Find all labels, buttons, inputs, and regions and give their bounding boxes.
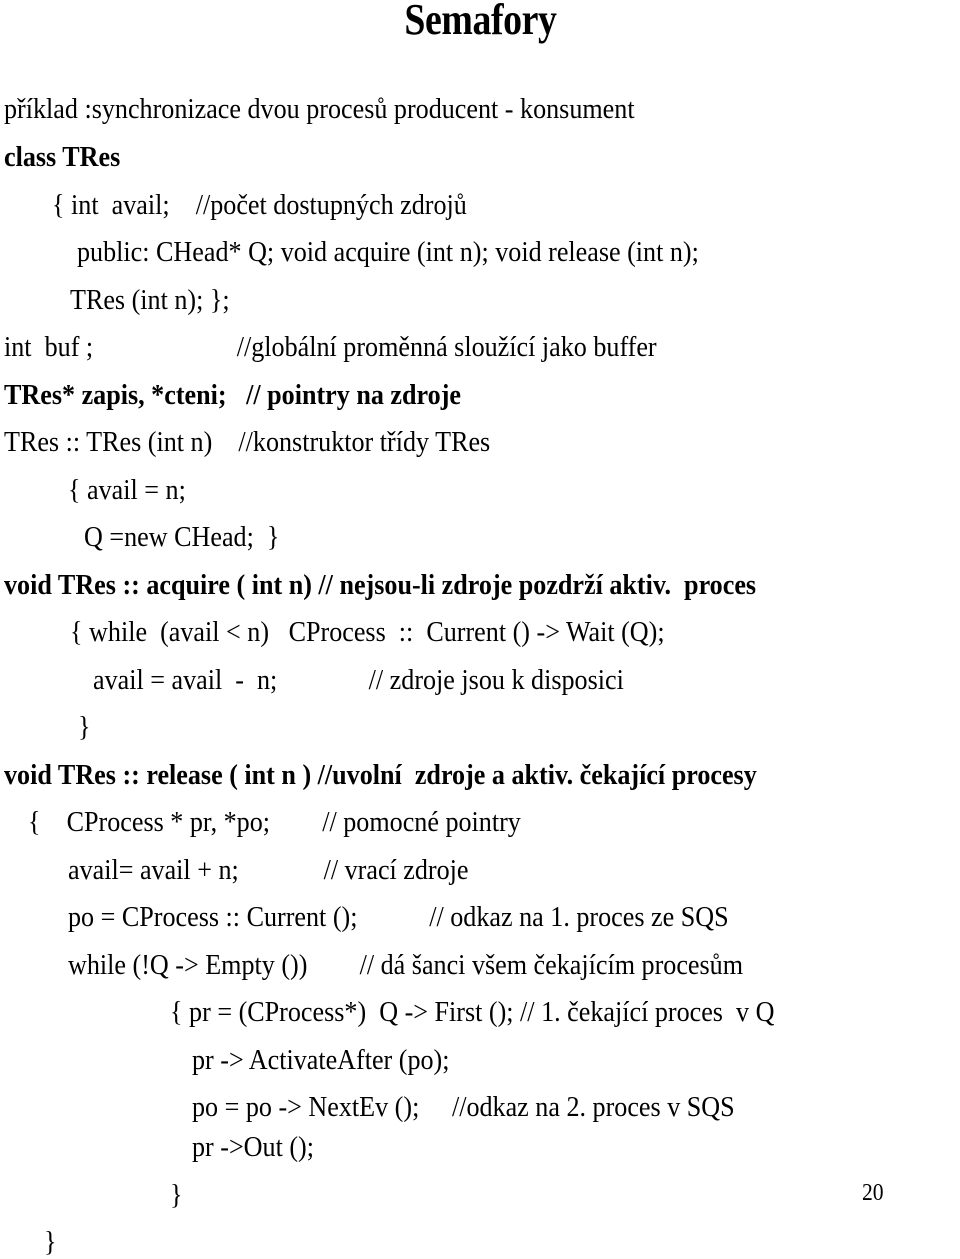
- code-line-pointers-decl: { CProcess * pr, *po; // pomocné pointry: [28, 806, 521, 838]
- code-line-next-ev: po = po -> NextEv (); //odkaz na 2. proc…: [192, 1091, 735, 1123]
- code-line-po-current: po = CProcess :: Current (); // odkaz na…: [68, 901, 729, 933]
- code-line-ctor-decl: TRes (int n); };: [70, 284, 230, 316]
- code-line-buf: int buf ; //globální proměnná sloužící j…: [4, 331, 657, 363]
- slide-title: Semafory: [0, 0, 960, 45]
- code-line-avail-assign: { avail = n;: [68, 474, 186, 506]
- code-line-avail-minus: avail = avail - n; // zdroje jsou k disp…: [93, 664, 624, 696]
- code-line-while-wait: { while (avail < n) CProcess :: Current …: [70, 616, 665, 648]
- code-line-close-while: }: [170, 1179, 183, 1211]
- code-line-pr-first: { pr = (CProcess*) Q -> First (); // 1. …: [170, 996, 775, 1028]
- code-line-avail: { int avail; //počet dostupných zdrojů: [52, 189, 467, 221]
- code-line-close-release: }: [44, 1226, 57, 1258]
- page-number: 20: [862, 1180, 884, 1206]
- code-line-public: public: CHead* Q; void acquire (int n); …: [77, 236, 699, 268]
- code-line-avail-plus: avail= avail + n; // vrací zdroje: [68, 854, 469, 886]
- slide-title-text: Semafory: [403, 0, 557, 44]
- code-line-close-acquire: }: [78, 711, 91, 743]
- code-line-while-empty: while (!Q -> Empty ()) // dá šanci všem …: [68, 949, 743, 981]
- code-line-new-chead: Q =new CHead; }: [84, 521, 280, 553]
- intro-line: příklad :synchronizace dvou procesů prod…: [4, 93, 635, 125]
- class-declaration: class TRes: [4, 141, 121, 173]
- code-line-activate: pr -> ActivateAfter (po);: [192, 1044, 450, 1076]
- code-line-release: void TRes :: release ( int n ) //uvolní …: [4, 759, 757, 791]
- code-line-acquire: void TRes :: acquire ( int n) // nejsou-…: [4, 569, 757, 601]
- code-line-ctor-def: TRes :: TRes (int n) //konstruktor třídy…: [4, 426, 491, 458]
- code-line-pointers: TRes* zapis, *cteni; // pointry na zdroj…: [4, 379, 461, 411]
- code-line-out: pr ->Out ();: [192, 1131, 314, 1163]
